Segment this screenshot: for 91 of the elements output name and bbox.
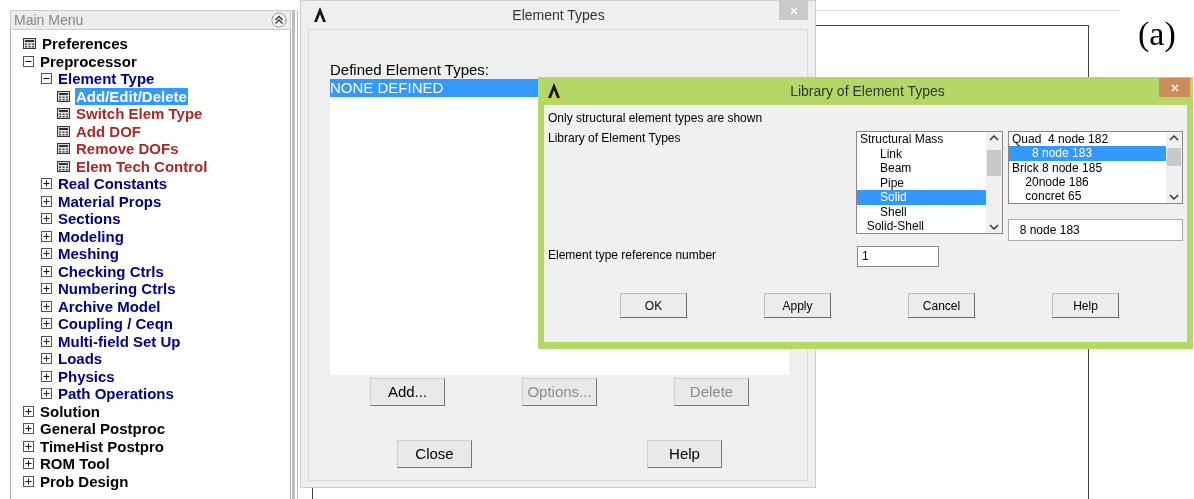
menu-item[interactable]: Multi-field Set Up xyxy=(57,332,182,350)
calculator-icon xyxy=(57,125,70,137)
menu-item[interactable]: Meshing xyxy=(57,245,120,263)
scrollbar[interactable] xyxy=(1166,132,1182,203)
scroll-down-icon[interactable] xyxy=(989,224,999,231)
calculator-icon xyxy=(23,38,36,50)
library-label: Library of Element Types xyxy=(548,131,682,147)
dialog-button[interactable]: Help xyxy=(647,440,722,468)
scroll-up-icon[interactable] xyxy=(1169,134,1179,141)
list-label: Defined Element Types: xyxy=(330,61,490,79)
note-text: Only structural element types are shown xyxy=(548,111,764,125)
list-item[interactable]: Shell xyxy=(857,204,986,219)
calculator-icon xyxy=(57,143,70,155)
menu-item[interactable]: Elem Tech Control xyxy=(75,157,209,175)
logo-icon xyxy=(312,6,328,24)
menu-item[interactable]: Switch Elem Type xyxy=(75,105,204,123)
list-item[interactable]: Structural Mass xyxy=(857,132,986,147)
expand-icon[interactable] xyxy=(41,195,52,207)
menu-item[interactable]: Preprocessor xyxy=(39,52,138,70)
scroll-up-icon[interactable] xyxy=(989,134,999,141)
dialog-title: Element Types xyxy=(512,5,605,25)
list-item[interactable]: Link xyxy=(857,146,986,161)
scroll-thumb[interactable] xyxy=(987,150,1001,176)
dialog-title: Library of Element Types xyxy=(790,81,945,101)
dialog-button[interactable]: Help xyxy=(1052,293,1119,318)
menu-item[interactable]: Element Type xyxy=(57,70,156,88)
expand-icon[interactable] xyxy=(41,370,52,382)
collapse-up-icon[interactable] xyxy=(271,12,287,28)
dialog-button[interactable]: Close xyxy=(397,440,472,468)
list-item[interactable]: 20node 186 xyxy=(1009,174,1166,190)
menu-item[interactable]: Add DOF xyxy=(75,122,142,140)
menu-item[interactable]: Path Operations xyxy=(57,385,175,403)
expand-icon[interactable] xyxy=(23,458,34,470)
expand-icon[interactable] xyxy=(23,405,34,417)
expand-icon[interactable] xyxy=(41,178,52,190)
expand-icon[interactable] xyxy=(41,283,52,295)
dialog-button[interactable]: Add... xyxy=(370,378,445,406)
menu-item[interactable]: Archive Model xyxy=(57,297,162,315)
scrollbar[interactable] xyxy=(986,132,1002,233)
menu-item[interactable]: Numbering Ctrls xyxy=(57,280,177,298)
list-item[interactable]: Solid-Shell xyxy=(857,219,986,233)
close-icon xyxy=(1170,83,1179,92)
menu-item[interactable]: TimeHist Postpro xyxy=(39,437,165,455)
expand-icon[interactable] xyxy=(41,248,52,260)
dialog-button[interactable]: OK xyxy=(620,293,687,318)
calculator-icon xyxy=(57,160,70,172)
menu-item[interactable]: Solution xyxy=(39,402,101,420)
expand-icon[interactable] xyxy=(41,265,52,277)
menu-item[interactable]: Preferences xyxy=(41,35,129,53)
expand-icon[interactable] xyxy=(41,353,52,365)
menu-item[interactable]: Modeling xyxy=(57,227,125,245)
menu-item[interactable]: Loads xyxy=(57,350,104,368)
list-item[interactable]: Pipe xyxy=(857,175,986,190)
expand-icon[interactable] xyxy=(41,335,52,347)
reference-label: Element type reference number xyxy=(548,247,718,264)
scroll-thumb[interactable] xyxy=(1167,148,1181,166)
expand-icon[interactable] xyxy=(41,300,52,312)
menu-item[interactable]: Checking Ctrls xyxy=(57,262,165,280)
expand-icon[interactable] xyxy=(41,318,52,330)
collapse-icon[interactable] xyxy=(23,55,34,67)
expand-icon[interactable] xyxy=(41,388,52,400)
calculator-icon xyxy=(57,108,70,120)
list-item[interactable]: Quad 4 node 182 xyxy=(1009,132,1166,147)
menu-title: Main Menu xyxy=(14,10,84,30)
element-field[interactable]: 8 node 183 xyxy=(1008,219,1183,241)
menu-item[interactable]: Real Constants xyxy=(57,175,169,193)
menu-item[interactable]: ROM Tool xyxy=(39,455,111,473)
expand-icon[interactable] xyxy=(41,230,52,242)
list-item[interactable]: Brick 8 node 185 xyxy=(1009,160,1166,175)
menu-item[interactable]: Physics xyxy=(57,367,116,385)
collapse-icon[interactable] xyxy=(41,73,52,85)
logo-icon xyxy=(546,82,562,100)
expand-icon[interactable] xyxy=(23,475,34,487)
expand-icon[interactable] xyxy=(41,213,52,225)
expand-icon[interactable] xyxy=(23,440,34,452)
menu-item[interactable]: Coupling / Ceqn xyxy=(57,315,174,333)
menu-item[interactable]: General Postproc xyxy=(39,420,167,438)
dialog-button[interactable]: Cancel xyxy=(908,293,975,318)
expand-icon[interactable] xyxy=(23,423,34,435)
dialog-button[interactable]: Apply xyxy=(764,293,831,318)
close-icon xyxy=(789,6,798,15)
menu-item[interactable]: Remove DOFs xyxy=(75,140,180,158)
menu-item[interactable]: Material Props xyxy=(57,192,163,210)
menu-item[interactable]: Sections xyxy=(57,210,122,228)
menu-item[interactable]: Prob Design xyxy=(39,472,130,490)
list-item[interactable]: Beam xyxy=(857,161,986,176)
list-item[interactable]: concret 65 xyxy=(1009,189,1166,203)
reference-field[interactable]: 1 xyxy=(857,246,939,267)
scroll-down-icon[interactable] xyxy=(1169,194,1179,201)
figure-label: (a) xyxy=(1138,14,1176,54)
calculator-icon xyxy=(57,90,70,102)
